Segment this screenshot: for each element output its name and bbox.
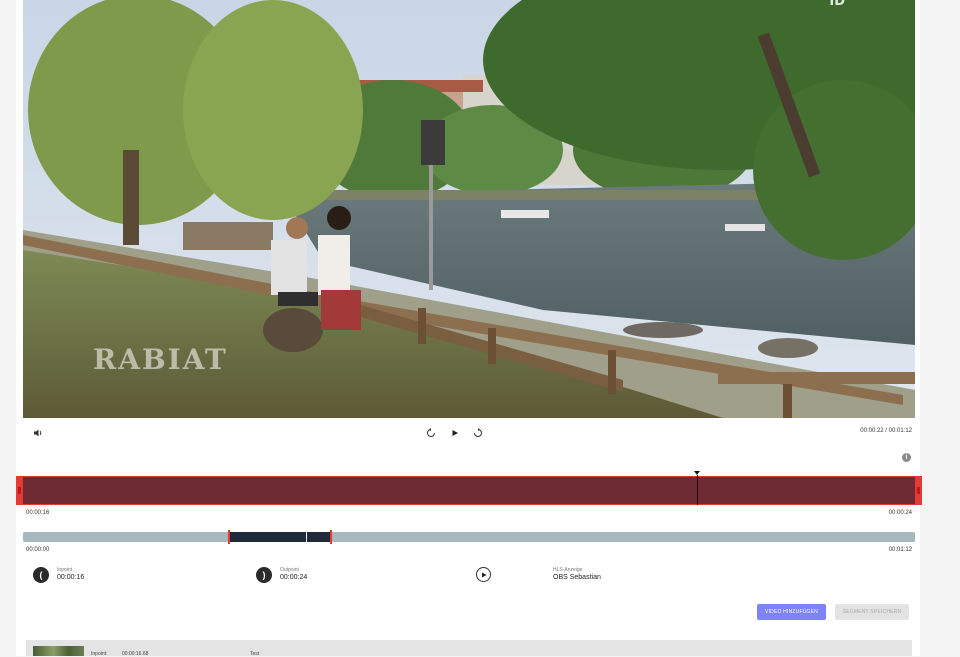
list-item-inpoint-label: Inpoint: [91,651,108,657]
segment-start-handle[interactable] [16,476,23,505]
add-video-button[interactable]: VIDEO HINZUFÜGEN [757,604,826,620]
video-player[interactable]: RABIAT ID [23,0,915,418]
hls-value: OBS Sebastian [553,574,601,581]
segment-timeline[interactable] [16,476,922,505]
overview-outpoint-marker[interactable] [330,530,332,544]
outpoint-value: 00:00:24 [280,574,308,581]
list-item-title: Test [250,651,260,657]
segment-start-time: 00:00:16 [26,510,50,516]
rewind-10-icon[interactable] [425,427,437,439]
info-icon[interactable]: i [902,453,911,462]
inpoint-value: 00:00:16 [57,574,85,581]
segment-thumbnail [33,646,84,656]
overview-selected-range[interactable] [229,532,331,542]
segment-end-handle[interactable] [915,476,922,505]
overview-playhead [306,532,307,542]
inpoint-label: Inpoint [57,567,73,573]
hls-label: HLS-Anzeige [553,567,583,573]
set-outpoint-button[interactable]: ) [256,567,272,583]
overview-timeline[interactable] [23,532,915,542]
time-readout: 00:00:22 / 00:01:12 [860,428,912,434]
channel-badge: ID [829,0,845,9]
channel-watermark: RABIAT [93,343,228,376]
list-item[interactable] [26,640,912,656]
forward-10-icon[interactable] [472,427,484,439]
segment-end-time: 00:00:24 [888,510,912,516]
overview-end-time: 00:01:12 [888,547,912,553]
play-icon[interactable] [449,427,461,439]
save-segment-button[interactable]: SEGMENT SPEICHERN [835,604,909,620]
play-segment-button[interactable] [476,567,491,582]
outpoint-label: Outpoint [280,567,299,573]
playhead-line [697,475,698,505]
play-icon [481,572,486,577]
volume-icon[interactable] [32,427,44,439]
list-item-inpoint-time: 00:00:16.68 [122,651,149,657]
overview-inpoint-marker[interactable] [228,530,230,544]
overview-start-time: 00:00:00 [26,547,50,553]
set-inpoint-button[interactable]: ( [33,567,49,583]
